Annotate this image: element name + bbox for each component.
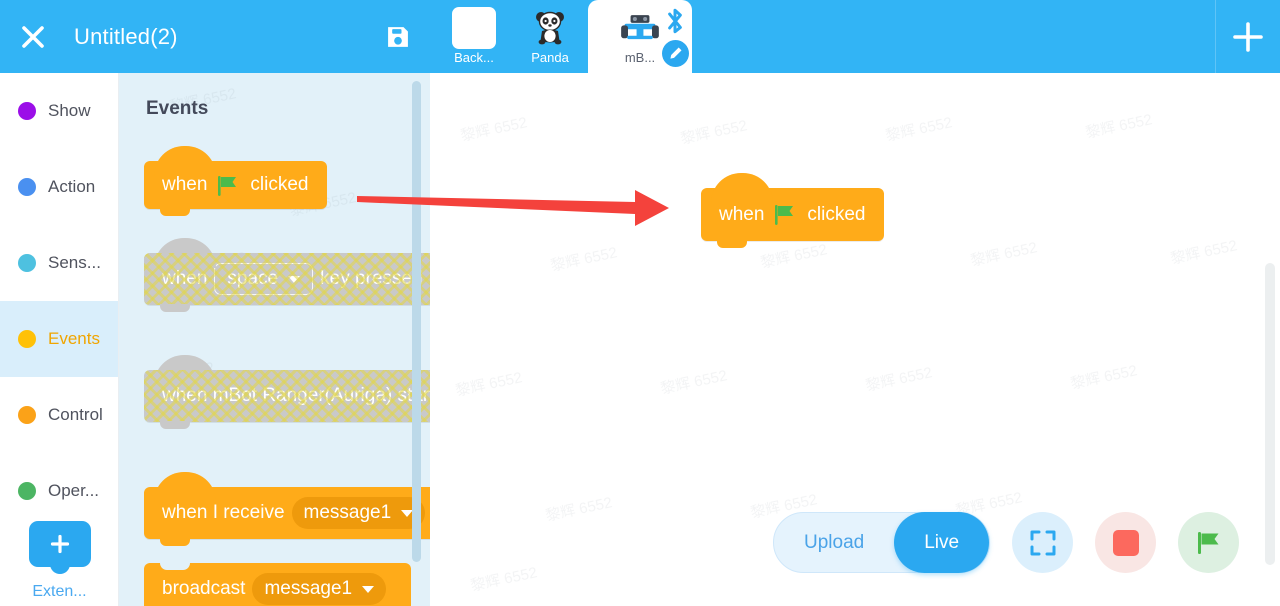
watermark: 黎辉 6552: [864, 364, 934, 395]
palette-block-when-i-receive[interactable]: when I receive message1: [144, 472, 430, 546]
page-title: Untitled(2): [74, 23, 178, 49]
add-extension-label: Exten...: [32, 583, 87, 600]
bluetooth-icon[interactable]: [662, 6, 688, 41]
block-text-when: when: [719, 203, 765, 225]
save-floppy-icon[interactable]: [378, 17, 418, 57]
palette-block-when-key-pressed[interactable]: when space key pressed: [144, 238, 430, 312]
watermark: 黎辉 6552: [1069, 362, 1139, 393]
tab-panda-label: Panda: [531, 50, 569, 65]
sidebar-item-action-label: Action: [48, 177, 96, 196]
tab-backdrop-label: Back...: [454, 50, 494, 65]
add-extension-icon: [28, 521, 91, 567]
block-text-broadcast: broadcast: [162, 578, 246, 599]
category-dot-control: [18, 406, 36, 424]
watermark: 黎辉 6552: [1084, 111, 1154, 142]
category-dot-show: [18, 102, 36, 120]
watermark: 黎辉 6552: [659, 367, 729, 398]
sidebar-item-show[interactable]: Show: [0, 73, 118, 149]
top-bar-left-group: Untitled(2): [0, 0, 178, 73]
palette-scrollbar[interactable]: [412, 81, 421, 562]
stop-icon[interactable]: [1095, 512, 1157, 573]
device-tabs: Back... Panda mB...: [436, 0, 692, 73]
watermark: 黎辉 6552: [459, 114, 529, 145]
category-sidebar: Show Action Sens... Events Control Oper.…: [0, 73, 119, 606]
sidebar-item-show-label: Show: [48, 101, 91, 120]
key-dropdown-value: space: [227, 268, 279, 289]
block-text-clicked: clicked: [807, 203, 866, 225]
key-dropdown[interactable]: space: [214, 263, 314, 295]
green-flag-icon: [216, 174, 241, 197]
category-dot-sensing: [18, 254, 36, 272]
sidebar-item-operators-label: Oper...: [48, 481, 100, 500]
block-text-clicked: clicked: [250, 174, 309, 195]
block-text-key-pressed: key pressed: [320, 268, 423, 289]
watermark: 黎辉 6552: [969, 239, 1039, 270]
sidebar-item-action[interactable]: Action: [0, 149, 118, 225]
tab-panda[interactable]: Panda: [512, 0, 588, 73]
mode-toggle-upload[interactable]: Upload: [774, 512, 894, 573]
pencil-edit-icon[interactable]: [662, 40, 689, 67]
block-text-when: when: [162, 268, 208, 289]
fullscreen-icon[interactable]: [1012, 512, 1074, 573]
run-controls: Upload Live: [773, 512, 1240, 573]
sidebar-item-events-label: Events: [48, 329, 100, 348]
canvas-scrollbar[interactable]: [1265, 263, 1275, 565]
top-bar: Untitled(2) Back... Panda mB...: [0, 0, 1280, 73]
add-extension-button[interactable]: Exten...: [0, 521, 119, 601]
panda-sprite-thumbnail: [526, 7, 574, 49]
block-text-mbot-starts-up: when mBot Ranger(Auriga) starts up: [162, 385, 430, 406]
close-icon[interactable]: [0, 0, 66, 73]
sidebar-item-sensing[interactable]: Sens...: [0, 225, 118, 301]
mode-toggle-live[interactable]: Live: [894, 512, 990, 573]
sidebar-item-operators[interactable]: Oper...: [0, 453, 118, 529]
sidebar-item-control[interactable]: Control: [0, 377, 118, 453]
block-palette: Events 黎辉 6552 黎辉 6552 黎辉 6552 黎辉 6552 黎…: [119, 73, 430, 606]
message-dropdown[interactable]: message1: [291, 497, 426, 529]
category-dot-action: [18, 178, 36, 196]
plus-icon[interactable]: [1216, 0, 1280, 73]
green-flag-run-icon[interactable]: [1178, 512, 1240, 573]
message-dropdown-value: message1: [303, 502, 392, 523]
watermark: 黎辉 6552: [1169, 237, 1239, 268]
sidebar-item-control-label: Control: [48, 405, 103, 424]
watermark: 黎辉 6552: [549, 244, 619, 275]
watermark: 黎辉 6552: [759, 241, 829, 272]
mode-toggle[interactable]: Upload Live: [773, 512, 991, 573]
watermark: 黎辉 6552: [884, 114, 954, 145]
green-flag-icon: [773, 203, 798, 226]
palette-block-when-mbot-starts-up[interactable]: when mBot Ranger(Auriga) starts up: [144, 355, 430, 429]
block-text-when-i-receive: when I receive: [162, 502, 285, 523]
palette-block-when-flag-clicked[interactable]: when clicked: [144, 146, 327, 216]
palette-category-title: Events: [146, 98, 209, 119]
sidebar-item-events[interactable]: Events: [0, 301, 118, 377]
tab-backdrop[interactable]: Back...: [436, 0, 512, 73]
category-dot-operators: [18, 482, 36, 500]
watermark: 黎辉 6552: [469, 564, 539, 595]
watermark: 黎辉 6552: [679, 117, 749, 148]
sidebar-item-sensing-label: Sens...: [48, 253, 101, 272]
mbot-ranger-thumbnail: [616, 7, 664, 49]
chevron-down-icon: [288, 275, 301, 283]
broadcast-message-dropdown[interactable]: message1: [252, 573, 387, 605]
palette-block-broadcast[interactable]: broadcast message1: [144, 563, 412, 606]
chevron-down-icon: [362, 585, 375, 593]
broadcast-message-value: message1: [264, 578, 353, 599]
watermark: 黎辉 6552: [544, 494, 614, 525]
canvas-block-when-flag-clicked[interactable]: when clicked: [701, 173, 884, 248]
tab-mbot-label: mB...: [624, 50, 656, 65]
category-dot-events: [18, 330, 36, 348]
mblock-app-window: Untitled(2) Back... Panda mB... Show Act…: [0, 0, 1280, 606]
block-text-when: when: [162, 174, 208, 195]
watermark: 黎辉 6552: [454, 369, 524, 400]
tab-mbot-ranger[interactable]: mB...: [588, 0, 692, 73]
backdrop-blank-thumbnail: [450, 7, 498, 49]
